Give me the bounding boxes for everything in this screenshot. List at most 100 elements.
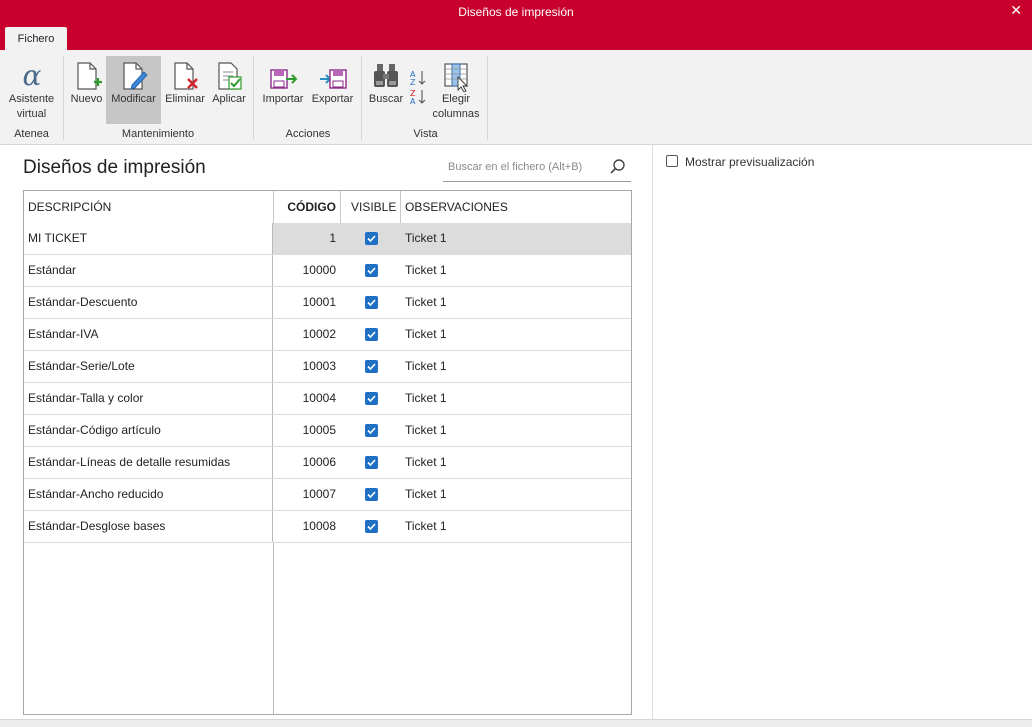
check-icon [367, 459, 376, 467]
check-icon [367, 395, 376, 403]
cell-observaciones: Ticket 1 [405, 455, 447, 469]
check-icon [367, 491, 376, 499]
table-row[interactable]: Estándar-Ancho reducido 10007 Ticket 1 [24, 479, 631, 511]
cell-observaciones: Ticket 1 [405, 295, 447, 309]
table-row[interactable]: Estándar-Talla y color 10004 Ticket 1 [24, 383, 631, 415]
table-row[interactable]: Estándar-Código artículo 10005 Ticket 1 [24, 415, 631, 447]
group-label-acciones: Acciones [285, 128, 331, 140]
cell-observaciones: Ticket 1 [405, 263, 447, 277]
buscar-label: Buscar [368, 93, 404, 105]
buscar-button[interactable]: Buscar [366, 56, 406, 124]
cell-codigo: 10005 [302, 423, 336, 437]
cell-observaciones: Ticket 1 [405, 359, 447, 373]
modificar-label: Modificar [111, 93, 156, 105]
ribbon-separator [253, 56, 254, 140]
sort-az-icon[interactable]: A Z Z A [408, 67, 428, 107]
visible-checkbox[interactable] [365, 232, 378, 245]
check-icon [367, 523, 376, 531]
table-row[interactable]: Estándar-IVA 10002 Ticket 1 [24, 319, 631, 351]
apply-document-icon [218, 62, 242, 90]
cell-descripcion: Estándar-Serie/Lote [24, 351, 273, 382]
elegir-label-line2: columnas [432, 108, 480, 120]
cell-descripcion: MI TICKET [24, 223, 273, 254]
visible-checkbox[interactable] [365, 328, 378, 341]
visible-checkbox[interactable] [365, 392, 378, 405]
table-row[interactable]: Estándar-Serie/Lote 10003 Ticket 1 [24, 351, 631, 383]
column-header-descripcion[interactable]: DESCRIPCIÓN [28, 191, 111, 223]
page-title: Diseños de impresión [23, 157, 206, 178]
column-header-observaciones[interactable]: OBSERVACIONES [405, 191, 508, 223]
cell-observaciones: Ticket 1 [405, 391, 447, 405]
exportar-label: Exportar [311, 93, 354, 105]
table-row[interactable]: MI TICKET 1 Ticket 1 [24, 223, 631, 255]
cell-codigo: 1 [329, 231, 336, 245]
cell-observaciones: Ticket 1 [405, 519, 447, 533]
cell-observaciones: Ticket 1 [405, 327, 447, 341]
cell-codigo: 10008 [302, 519, 336, 533]
search-input[interactable]: Buscar en el fichero (Alt+B) [443, 153, 631, 182]
cell-codigo: 10001 [302, 295, 336, 309]
cell-descripcion: Estándar-Ancho reducido [24, 479, 273, 510]
svg-text:A: A [410, 97, 416, 106]
search-placeholder: Buscar en el fichero (Alt+B) [448, 161, 583, 173]
tab-fichero[interactable]: Fichero [5, 27, 67, 50]
table-row[interactable]: Estándar-Desglose bases 10008 Ticket 1 [24, 511, 631, 543]
aplicar-button[interactable]: Aplicar [209, 56, 249, 124]
check-icon [367, 235, 376, 243]
list-pane: Diseños de impresión Buscar en el ficher… [0, 145, 652, 719]
cell-observaciones: Ticket 1 [405, 231, 447, 245]
nuevo-button[interactable]: Nuevo [68, 56, 105, 124]
cell-codigo: 10004 [302, 391, 336, 405]
window-title: Diseños de impresión [458, 5, 574, 19]
cell-codigo: 10006 [302, 455, 336, 469]
visible-checkbox[interactable] [365, 360, 378, 373]
visible-checkbox[interactable] [365, 520, 378, 533]
visible-checkbox[interactable] [365, 264, 378, 277]
close-icon[interactable]: ✕ [1010, 2, 1022, 19]
ribbon-separator [63, 56, 64, 140]
visible-checkbox[interactable] [365, 488, 378, 501]
cell-descripcion: Estándar-IVA [24, 319, 273, 350]
modificar-button[interactable]: Modificar [106, 56, 161, 124]
ribbon-tab-strip: Fichero [0, 26, 1032, 50]
visible-checkbox[interactable] [365, 424, 378, 437]
eliminar-button[interactable]: Eliminar [162, 56, 208, 124]
importar-button[interactable]: Importar [259, 56, 307, 124]
table-row[interactable]: Estándar-Líneas de detalle resumidas 1000… [24, 447, 631, 479]
asistente-label-line1: Asistente [8, 93, 55, 105]
import-icon [270, 69, 298, 89]
column-header-codigo[interactable]: CÓDIGO [273, 191, 336, 223]
exportar-button[interactable]: Exportar [308, 56, 357, 124]
asistente-label-line2: virtual [16, 108, 47, 120]
title-bar: Diseños de impresión ✕ [0, 0, 1032, 26]
cell-descripcion: Estándar-Líneas de detalle resumidas [24, 447, 273, 478]
cell-descripcion: Estándar-Talla y color [24, 383, 273, 414]
table-row[interactable]: Estándar 10000 Ticket 1 [24, 255, 631, 287]
preview-checkbox-label[interactable]: Mostrar previsualización [685, 155, 814, 169]
ribbon-separator [487, 56, 488, 140]
preview-checkbox[interactable] [666, 155, 678, 167]
search-icon[interactable] [609, 158, 627, 176]
column-header-visible[interactable]: VISIBLE [351, 191, 396, 223]
cell-descripcion: Estándar [24, 255, 273, 286]
ribbon: α Asistente virtual Atenea Nuevo Modific… [0, 50, 1032, 145]
visible-checkbox[interactable] [365, 296, 378, 309]
cell-observaciones: Ticket 1 [405, 487, 447, 501]
elegir-columnas-button[interactable]: Elegir columnas [430, 56, 482, 124]
asistente-virtual-button[interactable]: α Asistente virtual [4, 56, 59, 124]
group-label-vista: Vista [413, 128, 438, 140]
importar-label: Importar [262, 93, 304, 105]
visible-checkbox[interactable] [365, 456, 378, 469]
check-icon [367, 363, 376, 371]
choose-columns-icon [444, 63, 469, 92]
table-header: DESCRIPCIÓN CÓDIGO VISIBLE OBSERVACIONES [24, 191, 631, 224]
elegir-label-line1: Elegir [441, 93, 471, 105]
table-row[interactable]: Estándar-Descuento 10001 Ticket 1 [24, 287, 631, 319]
delete-document-icon [174, 62, 198, 90]
cell-codigo: 10000 [302, 263, 336, 277]
cell-observaciones: Ticket 1 [405, 423, 447, 437]
check-icon [367, 331, 376, 339]
new-document-icon [76, 62, 102, 90]
svg-text:α: α [22, 60, 41, 92]
cell-codigo: 10002 [302, 327, 336, 341]
